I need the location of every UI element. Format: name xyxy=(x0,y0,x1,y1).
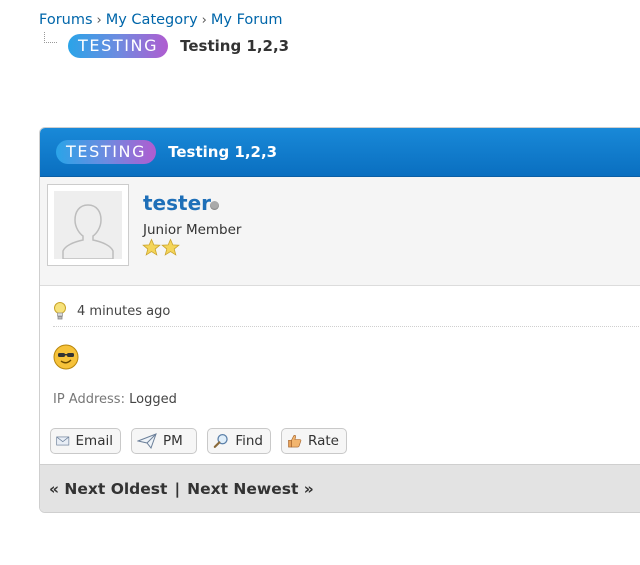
breadcrumb-forums[interactable]: Forums xyxy=(39,12,93,28)
breadcrumb-separator: › xyxy=(201,13,207,28)
post-meta: 4 minutes ago xyxy=(53,296,640,327)
thread-prefix-badge: TESTING xyxy=(68,34,169,58)
breadcrumb-current-thread: TESTING Testing 1,2,3 xyxy=(68,34,289,58)
post-author: tester Junior Member xyxy=(40,177,640,286)
post-date: 4 minutes ago xyxy=(77,303,171,319)
breadcrumb-my-forum[interactable]: My Forum xyxy=(211,12,283,28)
thumbs-up-icon xyxy=(288,435,302,448)
star-icon xyxy=(142,238,161,256)
find-button[interactable]: Find xyxy=(207,428,271,454)
breadcrumb-my-category[interactable]: My Category xyxy=(106,12,198,28)
post-prefix-badge: TESTING xyxy=(56,140,157,164)
tree-connector xyxy=(44,32,57,43)
rate-button[interactable]: Rate xyxy=(281,428,347,454)
avatar[interactable] xyxy=(47,184,129,266)
ip-label: IP Address: xyxy=(53,392,125,407)
pm-label: PM xyxy=(163,433,183,449)
email-button[interactable]: Email xyxy=(50,428,121,454)
lightbulb-icon xyxy=(54,302,66,320)
ip-address: IP Address: Logged xyxy=(53,392,177,407)
pm-button[interactable]: PM xyxy=(131,428,197,454)
thread-title: Testing 1,2,3 xyxy=(180,37,290,55)
nav-separator: | xyxy=(174,479,181,498)
thread-navigation: « Next Oldest | Next Newest » xyxy=(40,464,640,512)
breadcrumb: Forums › My Category › My Forum xyxy=(39,12,283,28)
offline-status-icon xyxy=(210,201,219,210)
post-buttons: Email PM Find Rate xyxy=(50,428,357,454)
username-link[interactable]: tester xyxy=(143,191,211,215)
envelope-icon xyxy=(56,436,70,446)
post-container: TESTING Testing 1,2,3 tester Junior Memb… xyxy=(39,127,640,513)
post-header: TESTING Testing 1,2,3 xyxy=(40,128,640,177)
rate-label: Rate xyxy=(308,433,339,449)
user-title: Junior Member xyxy=(143,222,242,238)
cool-smiley-icon xyxy=(53,344,79,374)
find-label: Find xyxy=(235,433,263,449)
post-header-title: Testing 1,2,3 xyxy=(168,143,278,161)
default-avatar-icon xyxy=(54,191,122,260)
next-newest-link[interactable]: Next Newest » xyxy=(187,480,314,498)
star-icon xyxy=(161,238,180,256)
breadcrumb-separator: › xyxy=(96,13,102,28)
paper-plane-icon xyxy=(137,433,157,449)
ip-value: Logged xyxy=(129,392,177,407)
user-stars xyxy=(142,238,180,257)
email-label: Email xyxy=(75,433,113,449)
next-oldest-link[interactable]: « Next Oldest xyxy=(49,480,167,498)
magnifier-icon xyxy=(213,434,228,448)
